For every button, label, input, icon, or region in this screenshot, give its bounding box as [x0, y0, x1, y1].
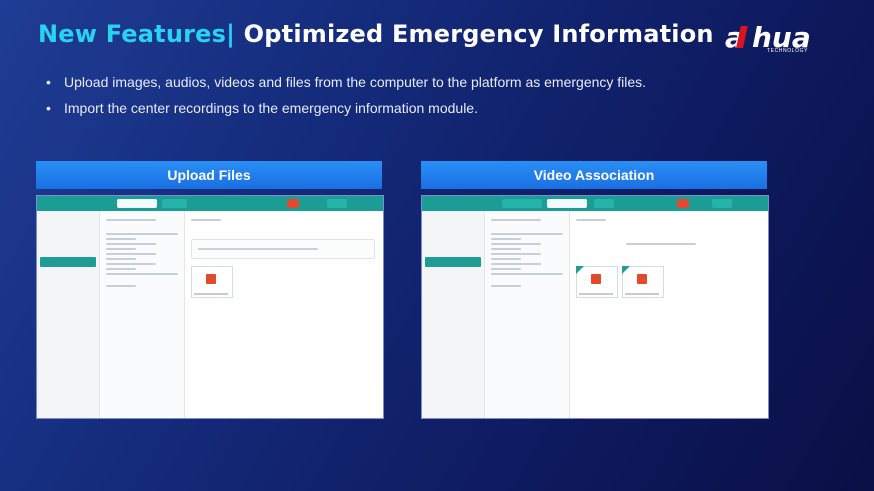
alarm-badge: [287, 199, 299, 208]
sidebar-item: [40, 257, 96, 267]
panel-label: Video Association: [533, 167, 655, 183]
screenshot-upload-files: [36, 195, 384, 419]
text-line: [491, 258, 521, 260]
video-file-icon: [206, 274, 216, 284]
app-topbar: [422, 196, 768, 211]
text-line: [106, 219, 156, 221]
app-tab: [117, 199, 157, 208]
text-line: [491, 285, 521, 287]
video-file-icon: [637, 274, 647, 284]
alarm-badge: [677, 199, 689, 208]
bullet-item: Upload images, audios, videos and files …: [46, 74, 646, 90]
logo-mark-icon: a hua: [725, 21, 811, 54]
text-line: [626, 243, 696, 245]
text-line: [106, 268, 136, 270]
text-line: [106, 248, 136, 250]
user-badge: [712, 199, 732, 208]
thumb-caption: [579, 293, 613, 295]
file-thumbnail: [191, 266, 233, 298]
app-main: [185, 211, 383, 418]
text-line: [106, 258, 136, 260]
text-line: [198, 248, 318, 250]
app-tab: [41, 199, 101, 208]
app-detail-column: [485, 211, 570, 418]
sidebar-item: [425, 215, 481, 225]
upload-drop-zone: [191, 239, 375, 259]
tab-strip: [576, 219, 606, 221]
panel-label: Upload Files: [167, 167, 251, 183]
selected-tag-icon: [622, 266, 630, 274]
sidebar-item: [425, 271, 481, 281]
feature-bullets: Upload images, audios, videos and files …: [46, 74, 646, 126]
user-badge: [327, 199, 347, 208]
screenshot-video-association: [421, 195, 769, 419]
sidebar-item: [40, 229, 96, 239]
sidebar-item: [40, 215, 96, 225]
text-line: [106, 238, 136, 240]
app-tab: [502, 199, 542, 208]
bullet-item: Import the center recordings to the emer…: [46, 100, 646, 116]
file-thumbnail: [622, 266, 664, 298]
sidebar-item: [40, 271, 96, 281]
brand-logo: a hua TECHNOLOGY: [725, 20, 845, 60]
association-header: [576, 231, 760, 257]
text-line: [106, 263, 156, 265]
app-tab: [594, 199, 614, 208]
app-topbar: [37, 196, 383, 211]
page-title: New Features| Optimized Emergency Inform…: [38, 20, 714, 48]
sidebar-item: [425, 229, 481, 239]
logo-sub: TECHNOLOGY: [767, 48, 809, 54]
text-line: [491, 248, 521, 250]
text-line: [491, 263, 541, 265]
sidebar-item: [40, 243, 96, 253]
thumb-caption: [625, 293, 659, 295]
tab-strip: [191, 219, 221, 221]
text-line: [106, 243, 156, 245]
app-tab: [162, 199, 187, 208]
app-main: [570, 211, 768, 418]
text-line: [491, 238, 521, 240]
video-file-icon: [591, 274, 601, 284]
title-accent: New Features|: [38, 20, 236, 48]
text-line: [491, 253, 541, 255]
text-line: [106, 273, 178, 275]
text-line: [491, 219, 541, 221]
title-rest: Optimized Emergency Information: [235, 20, 714, 48]
app-tab: [547, 199, 587, 208]
app-detail-column: [100, 211, 185, 418]
text-line: [491, 268, 521, 270]
sidebar-item: [425, 243, 481, 253]
sidebar-item: [425, 257, 481, 267]
text-line: [491, 273, 563, 275]
text-line: [491, 243, 541, 245]
app-sidebar: [37, 211, 100, 418]
app-sidebar: [422, 211, 485, 418]
text-line: [106, 285, 136, 287]
panel-header-upload-files: Upload Files: [36, 161, 382, 189]
text-line: [106, 233, 178, 235]
panel-header-video-association: Video Association: [421, 161, 767, 189]
thumb-caption: [194, 293, 228, 295]
file-thumbnail: [576, 266, 618, 298]
text-line: [106, 253, 156, 255]
text-line: [491, 233, 563, 235]
selected-tag-icon: [576, 266, 584, 274]
app-tab: [426, 199, 476, 208]
